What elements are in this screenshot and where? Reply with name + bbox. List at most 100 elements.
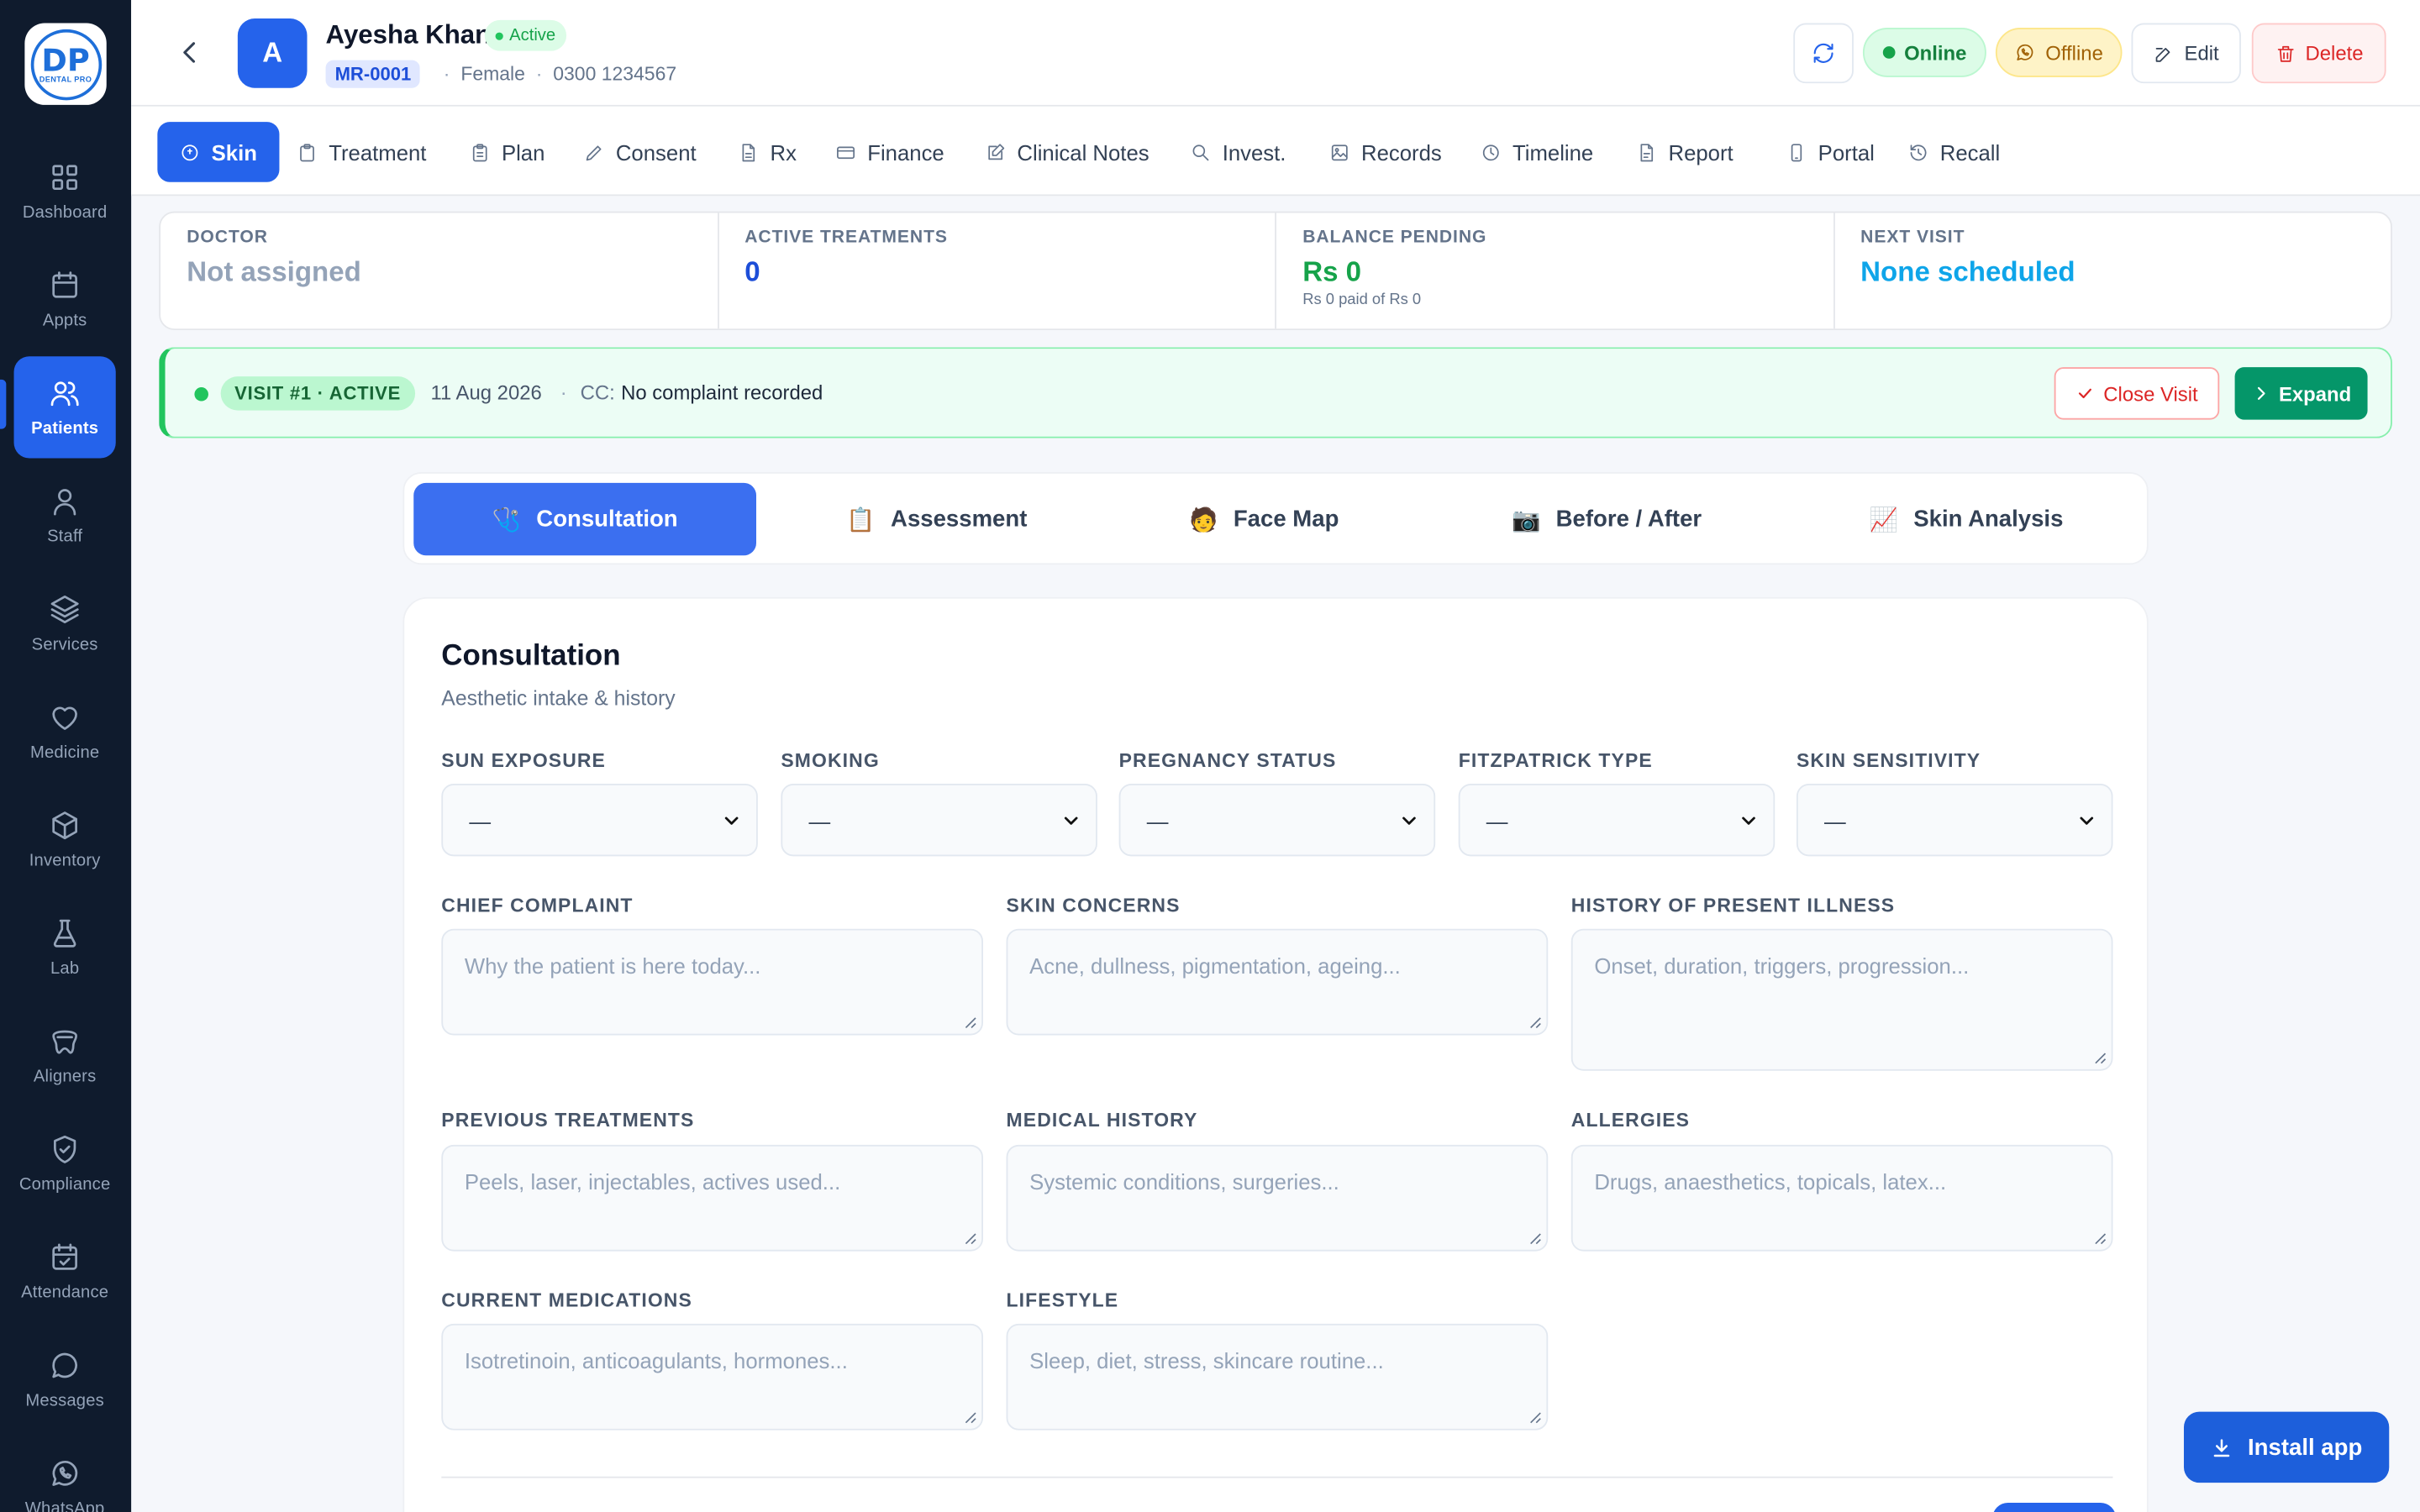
close-visit-button[interactable]: Close Visit <box>2054 367 2220 420</box>
users-icon <box>50 381 79 407</box>
active-nav-indicator <box>0 379 7 429</box>
sidebar-item-patients[interactable]: Patients <box>13 356 116 459</box>
tab-timeline[interactable]: Timeline <box>1459 122 1615 182</box>
resize-grip-icon[interactable] <box>963 1231 977 1246</box>
tab-label: Portal <box>1818 139 1875 165</box>
edit-label: Edit <box>2184 41 2219 66</box>
sidebar-item-aligners[interactable]: Aligners <box>14 1005 116 1106</box>
resize-grip-icon[interactable] <box>1528 1231 1542 1246</box>
sidebar-item-medicine[interactable]: Medicine <box>14 680 116 782</box>
tab-invest[interactable]: Invest. <box>1168 122 1307 182</box>
tab-finance[interactable]: Finance <box>813 122 965 182</box>
select-value: — <box>1146 807 1169 832</box>
patient-gender: Female <box>460 63 525 86</box>
field-placeholder: Onset, duration, triggers, progression..… <box>1594 953 1970 979</box>
grid-icon <box>52 165 77 191</box>
tab-recall[interactable]: Recall <box>1886 122 2021 182</box>
allergies-field[interactable]: Drugs, anaesthetics, topicals, latex... <box>1570 1144 2113 1252</box>
edit-button[interactable]: Edit <box>2131 23 2241 84</box>
sidebar-item-lab[interactable]: Lab <box>14 896 116 998</box>
resize-grip-icon[interactable] <box>963 1410 977 1425</box>
subtab-assessment[interactable]: 📋 Assessment <box>765 483 1108 555</box>
delete-button[interactable]: Delete <box>2251 23 2386 84</box>
aligner-icon <box>52 1030 77 1054</box>
sun-exposure-select[interactable]: — <box>441 784 758 857</box>
skin-concerns-field[interactable]: Acne, dullness, pigmentation, ageing... <box>1006 928 1549 1036</box>
stat-subtext: Rs 0 paid of Rs 0 <box>1302 291 1422 309</box>
fitzpatrick-type-select[interactable]: — <box>1458 784 1776 857</box>
skin-sensitivity-select[interactable]: — <box>1796 784 2113 857</box>
whatsapp-offline-badge[interactable]: Offline <box>1995 28 2123 77</box>
lifestyle-field[interactable]: Sleep, diet, stress, skincare routine... <box>1006 1323 1549 1431</box>
sidebar-item-services[interactable]: Services <box>14 572 116 674</box>
stat-label: NEXT VISIT <box>1860 228 1965 247</box>
expand-button[interactable]: Expand <box>2234 367 2368 420</box>
sidebar-item-staff[interactable]: Staff <box>14 465 116 566</box>
resize-grip-icon[interactable] <box>1528 1016 1542 1030</box>
card-subtitle: Aesthetic intake & history <box>441 686 676 710</box>
current-medications-label: CURRENT MEDICATIONS <box>441 1289 692 1312</box>
stethoscope-icon: 🩺 <box>492 505 521 533</box>
clipboard-list-icon <box>472 143 487 161</box>
subtab-consultation[interactable]: 🩺 Consultation <box>413 482 757 556</box>
sidebar-item-appts[interactable]: Appts <box>14 249 116 350</box>
sidebar-item-whatsapp[interactable]: WhatsApp <box>14 1436 116 1512</box>
install-app-button[interactable]: Install app <box>2183 1411 2390 1483</box>
sidebar-item-label: Medicine <box>29 743 100 763</box>
resize-grip-icon[interactable] <box>1528 1410 1542 1425</box>
sidebar-item-dashboard[interactable]: Dashboard <box>14 140 116 242</box>
card-title: Consultation <box>441 640 621 673</box>
subtab-face-map[interactable]: 🧑 Face Map <box>1092 483 1435 555</box>
patient-phone: 0300 1234567 <box>553 63 677 86</box>
chevron-right-icon <box>2257 386 2265 400</box>
box-icon <box>52 811 77 840</box>
stat-value: None scheduled <box>1860 255 2075 287</box>
pregnancy-status-select[interactable]: — <box>1118 784 1436 857</box>
sidebar-item-inventory[interactable]: Inventory <box>14 789 116 890</box>
tab-records[interactable]: Records <box>1307 122 1464 182</box>
online-status-badge[interactable]: Online <box>1862 28 1986 77</box>
stat-label: DOCTOR <box>187 228 268 247</box>
subtab-label: Consultation <box>536 506 678 533</box>
save-button[interactable] <box>1992 1502 2117 1512</box>
previous-treatments-field[interactable]: Peels, laser, injectables, actives used.… <box>441 1144 984 1252</box>
tab-plan[interactable]: Plan <box>448 122 566 182</box>
sidebar-item-messages[interactable]: Messages <box>14 1328 116 1430</box>
active-visit-banner: VISIT #1 · ACTIVE 11 Aug 2026 · CC: No co… <box>159 347 2392 438</box>
back-button[interactable] <box>175 37 206 68</box>
meta-separator: · <box>443 63 450 86</box>
smoking-select[interactable]: — <box>781 784 1097 857</box>
tab-clinical-notes[interactable]: Clinical Notes <box>963 122 1171 182</box>
tab-rx[interactable]: Rx <box>716 122 818 182</box>
search-icon <box>1192 144 1209 160</box>
sync-button[interactable] <box>1793 23 1854 84</box>
subtab-skin-analysis[interactable]: 📈 Skin Analysis <box>1795 483 2138 555</box>
clock-icon <box>1482 144 1499 160</box>
tab-portal[interactable]: Portal <box>1764 122 1896 182</box>
phone-icon <box>1791 143 1802 161</box>
medical-history-field[interactable]: Systemic conditions, surgeries... <box>1006 1144 1549 1252</box>
tab-label: Treatment <box>329 139 427 165</box>
patient-meta: MR-0001 · Female · 0300 1234567 <box>325 60 677 88</box>
resize-grip-icon[interactable] <box>2093 1051 2107 1065</box>
tab-report[interactable]: Report <box>1614 122 1754 182</box>
tab-label: Report <box>1668 139 1733 165</box>
resize-grip-icon[interactable] <box>963 1016 977 1030</box>
current-medications-field[interactable]: Isotretinoin, anticoagulants, hormones..… <box>441 1323 984 1431</box>
chief-complaint-field[interactable]: Why the patient is here today... <box>441 928 984 1036</box>
history-present-illness-field[interactable]: Onset, duration, triggers, progression..… <box>1570 928 2113 1071</box>
sidebar-item-compliance[interactable]: Compliance <box>14 1112 116 1214</box>
status-dot-icon <box>495 31 503 39</box>
tab-skin[interactable]: Skin <box>157 122 279 182</box>
tab-treatment[interactable]: Treatment <box>275 122 448 182</box>
smoking-label: SMOKING <box>781 749 880 772</box>
subtab-before-after[interactable]: 📷 Before / After <box>1435 483 1778 555</box>
subtab-label: Face Map <box>1233 506 1339 533</box>
tab-consent[interactable]: Consent <box>562 122 718 182</box>
tab-label: Timeline <box>1512 139 1594 165</box>
calendar-check-icon <box>52 1243 77 1270</box>
resize-grip-icon[interactable] <box>2093 1231 2107 1246</box>
sun-exposure-label: SUN EXPOSURE <box>441 749 606 772</box>
sidebar-item-attendance[interactable]: Attendance <box>14 1221 116 1322</box>
app-logo[interactable]: DP DENTAL PRO <box>24 23 107 105</box>
